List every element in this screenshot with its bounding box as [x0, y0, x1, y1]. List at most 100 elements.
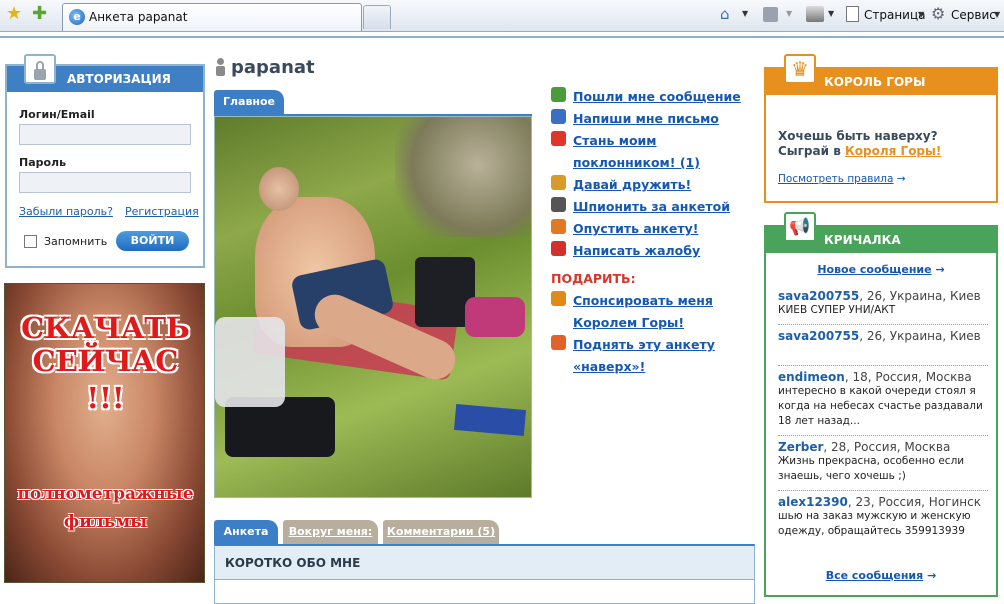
action-item[interactable]: Написать жалобу — [551, 240, 751, 262]
print-icon[interactable] — [806, 6, 824, 22]
king-panel: КОРОЛЬ ГОРЫ Хочешь быть наверху? Сыграй … — [764, 67, 998, 203]
arrow-right-icon: → — [935, 263, 945, 276]
gift-item[interactable]: Спонсировать меня Королем Горы! — [551, 290, 751, 334]
tools-dropdown-icon[interactable]: ▼ — [994, 10, 1000, 19]
login-input[interactable] — [19, 124, 191, 145]
shout-item-header: Zerber, 28, Россия, Москва — [778, 440, 988, 454]
tab-around-me[interactable]: Вокруг меня: — [283, 520, 378, 544]
action-item[interactable]: Опустить анкету! — [551, 218, 751, 240]
rss-dropdown-icon[interactable]: ▼ — [786, 9, 792, 18]
browser-tab-active[interactable]: e Анкета papanat — [62, 3, 362, 31]
shout-title: КРИЧАЛКА — [824, 233, 901, 247]
shout-list: sava200755, 26, Украина, Киев КИЕВ СУПЕР … — [778, 285, 988, 545]
ad-text-block: СКАЧАТЬ СЕЙЧАС !!! — [5, 312, 204, 418]
add-favorite-icon[interactable]: ✚ — [32, 5, 50, 23]
rss-icon[interactable] — [763, 7, 778, 22]
ad-banner[interactable]: СКАЧАТЬ СЕЙЧАС !!! полнометражные фильмы — [4, 283, 205, 583]
shout-item: sava200755, 26, Украина, Киев — [778, 324, 988, 365]
ad-line-now: СЕЙЧАС — [32, 344, 179, 378]
auth-panel: АВТОРИЗАЦИЯ Логин/Email Пароль Забыли па… — [5, 64, 205, 268]
crown-icon — [551, 291, 566, 306]
new-message-link[interactable]: Новое сообщение → — [766, 263, 996, 276]
action-item[interactable]: Шпионить за анкетой — [551, 196, 751, 218]
action-item[interactable]: Давай дружить! — [551, 174, 751, 196]
shout-message-text: КИЕВ СУПЕР УНИ/АКТ — [778, 304, 896, 316]
shout-item-header: sava200755, 26, Украина, Киев — [778, 329, 988, 343]
forgot-password-link[interactable]: Забыли пароль? — [19, 205, 113, 218]
ad-line-fullength: полнометражные — [17, 484, 194, 504]
all-messages-link[interactable]: Все сообщения → — [766, 569, 996, 582]
user-icon — [215, 58, 225, 76]
action-label[interactable]: Шпионить за анкетой — [573, 196, 730, 218]
shout-panel: КРИЧАЛКА Новое сообщение → sava200755, 2… — [764, 225, 998, 597]
profile-photo[interactable] — [214, 116, 532, 498]
profile-username: papanat — [231, 57, 315, 78]
page-top-border — [0, 33, 1004, 38]
all-messages-label: Все сообщения — [825, 569, 924, 582]
photo-bag-pink — [465, 297, 525, 337]
action-label[interactable]: Опустить анкету! — [573, 218, 698, 240]
shout-item-header: alex12390, 23, Россия, Ногинск — [778, 495, 988, 509]
home-dropdown-icon[interactable]: ▼ — [742, 9, 748, 18]
shout-author-link[interactable]: sava200755 — [778, 289, 859, 303]
shout-item: Zerber, 28, Россия, Москва Жизнь прекрасн… — [778, 435, 988, 490]
home-icon[interactable]: ⌂ — [720, 6, 738, 22]
login-button[interactable]: ВОЙТИ — [116, 231, 189, 251]
shout-author-meta: , 18, Россия, Москва — [844, 370, 972, 384]
shout-item: sava200755, 26, Украина, Киев КИЕВ СУПЕР … — [778, 285, 988, 324]
password-input[interactable] — [19, 172, 191, 193]
favorites-star-icon[interactable]: ★ — [6, 5, 24, 23]
friends-icon — [551, 175, 566, 190]
king-question: Хочешь быть наверху? — [778, 129, 938, 143]
tools-menu[interactable]: Сервис — [951, 8, 996, 22]
page-menu[interactable]: Страница — [864, 8, 926, 22]
about-section: КОРОТКО ОБО МНЕ — [214, 544, 755, 604]
photo-person-head — [259, 167, 299, 211]
tab-main[interactable]: Главное — [214, 90, 284, 114]
king-title: КОРОЛЬ ГОРЫ — [824, 75, 926, 89]
king-rules-label: Посмотреть правила — [778, 173, 894, 185]
gifts-list: Спонсировать меня Королем Горы! Поднять э… — [551, 290, 751, 378]
gift-label[interactable]: Спонсировать меня Королем Горы! — [573, 290, 751, 334]
tab-comments[interactable]: Комментарии (5) — [383, 520, 499, 544]
shout-message-text: интересно в какой очереди стоял я когда … — [778, 385, 983, 427]
thumb-down-icon — [551, 219, 566, 234]
register-link[interactable]: Регистрация — [125, 205, 199, 218]
tab-profile[interactable]: Анкета — [214, 520, 278, 544]
ad-line-exclaim: !!! — [86, 381, 125, 415]
shout-author-link[interactable]: sava200755 — [778, 329, 859, 343]
ad-line-films: фильмы — [63, 512, 148, 532]
remember-checkbox[interactable] — [24, 235, 37, 248]
king-rules-link[interactable]: Посмотреть правила → — [778, 173, 906, 185]
action-label[interactable]: Давай дружить! — [573, 174, 691, 196]
shout-author-meta: , 23, Россия, Ногинск — [847, 495, 981, 509]
action-item[interactable]: Пошли мне сообщение — [551, 86, 751, 108]
crown-icon: ♛ — [784, 54, 816, 84]
king-play-link[interactable]: Короля Горы! — [845, 144, 941, 158]
arrow-right-icon: → — [896, 173, 906, 185]
king-play-prefix: Сыграй в — [778, 144, 845, 158]
tab-title: Анкета papanat — [89, 10, 188, 24]
action-label[interactable]: Пошли мне сообщение — [573, 86, 741, 108]
action-label[interactable]: Написать жалобу — [573, 240, 700, 262]
shout-author-link[interactable]: endimeon — [778, 370, 845, 384]
gift-item[interactable]: Поднять эту анкету «наверх»! — [551, 334, 751, 378]
photo-book — [454, 403, 526, 437]
action-label[interactable]: Напиши мне письмо — [573, 108, 719, 130]
up-arrow-icon — [551, 335, 566, 350]
new-tab-button[interactable] — [363, 5, 391, 29]
action-item[interactable]: Стань моим поклонником! (1) — [551, 130, 751, 174]
new-message-label: Новое сообщение — [817, 263, 932, 276]
shout-item-header: endimeon, 18, Россия, Москва — [778, 370, 988, 384]
action-label[interactable]: Стань моим поклонником! (1) — [573, 130, 751, 174]
shout-author-link[interactable]: Zerber — [778, 440, 823, 454]
gift-title: ПОДАРИТЬ: — [551, 271, 636, 286]
action-item[interactable]: Напиши мне письмо — [551, 108, 751, 130]
spy-icon — [551, 197, 566, 212]
gift-label[interactable]: Поднять эту анкету «наверх»! — [573, 334, 751, 378]
shout-item-header: sava200755, 26, Украина, Киев — [778, 289, 988, 303]
page-dropdown-icon[interactable]: ▼ — [918, 10, 924, 19]
print-dropdown-icon[interactable]: ▼ — [828, 9, 834, 18]
shout-author-meta: , 28, Россия, Москва — [823, 440, 951, 454]
shout-author-link[interactable]: alex12390 — [778, 495, 848, 509]
